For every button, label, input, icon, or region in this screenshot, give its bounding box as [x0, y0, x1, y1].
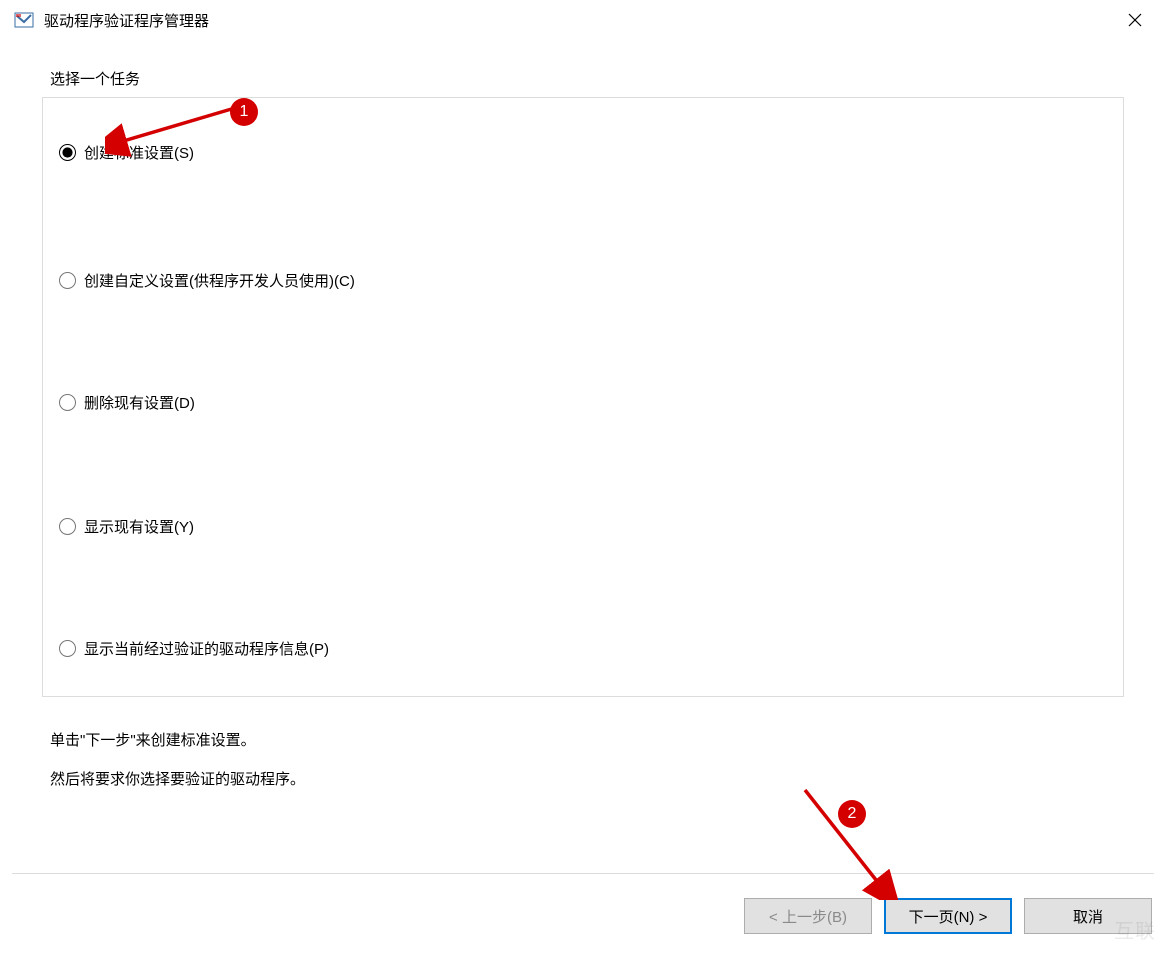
close-icon — [1128, 13, 1142, 27]
radio-delete-existing[interactable]: 删除现有设置(D) — [59, 392, 195, 413]
app-icon — [14, 10, 34, 30]
window-title: 驱动程序验证程序管理器 — [44, 10, 1112, 31]
description-text: 单击"下一步"来创建标准设置。 然后将要求你选择要验证的驱动程序。 — [42, 721, 1124, 799]
radio-display-existing-input[interactable] — [59, 518, 76, 535]
radio-delete-existing-input[interactable] — [59, 394, 76, 411]
radio-create-custom-input[interactable] — [59, 272, 76, 289]
back-button: < 上一步(B) — [744, 898, 872, 934]
description-line-1: 单击"下一步"来创建标准设置。 — [50, 721, 1124, 760]
radio-delete-existing-label: 删除现有设置(D) — [84, 392, 195, 413]
radio-display-verified-label: 显示当前经过验证的驱动程序信息(P) — [84, 638, 329, 659]
radio-create-standard-label: 创建标准设置(S) — [84, 142, 194, 163]
separator-line — [12, 873, 1154, 874]
cancel-button[interactable]: 取消 — [1024, 898, 1152, 934]
titlebar: 驱动程序验证程序管理器 — [0, 0, 1166, 40]
button-bar: < 上一步(B) 下一页(N) > 取消 — [744, 898, 1152, 934]
group-label: 选择一个任务 — [50, 68, 1124, 89]
radio-create-custom-label: 创建自定义设置(供程序开发人员使用)(C) — [84, 270, 355, 291]
radio-display-verified-input[interactable] — [59, 640, 76, 657]
radio-display-existing-label: 显示现有设置(Y) — [84, 516, 194, 537]
task-groupbox: 创建标准设置(S) 创建自定义设置(供程序开发人员使用)(C) 删除现有设置(D… — [42, 97, 1124, 697]
annotation-badge-2: 2 — [838, 800, 866, 828]
radio-create-standard[interactable]: 创建标准设置(S) — [59, 142, 194, 163]
radio-display-existing[interactable]: 显示现有设置(Y) — [59, 516, 194, 537]
radio-create-standard-input[interactable] — [59, 144, 76, 161]
radio-create-custom[interactable]: 创建自定义设置(供程序开发人员使用)(C) — [59, 270, 355, 291]
close-button[interactable] — [1112, 4, 1158, 36]
next-button[interactable]: 下一页(N) > — [884, 898, 1012, 934]
radio-display-verified[interactable]: 显示当前经过验证的驱动程序信息(P) — [59, 638, 329, 659]
content-area: 选择一个任务 创建标准设置(S) 创建自定义设置(供程序开发人员使用)(C) 删… — [0, 40, 1166, 799]
description-line-2: 然后将要求你选择要验证的驱动程序。 — [50, 760, 1124, 799]
